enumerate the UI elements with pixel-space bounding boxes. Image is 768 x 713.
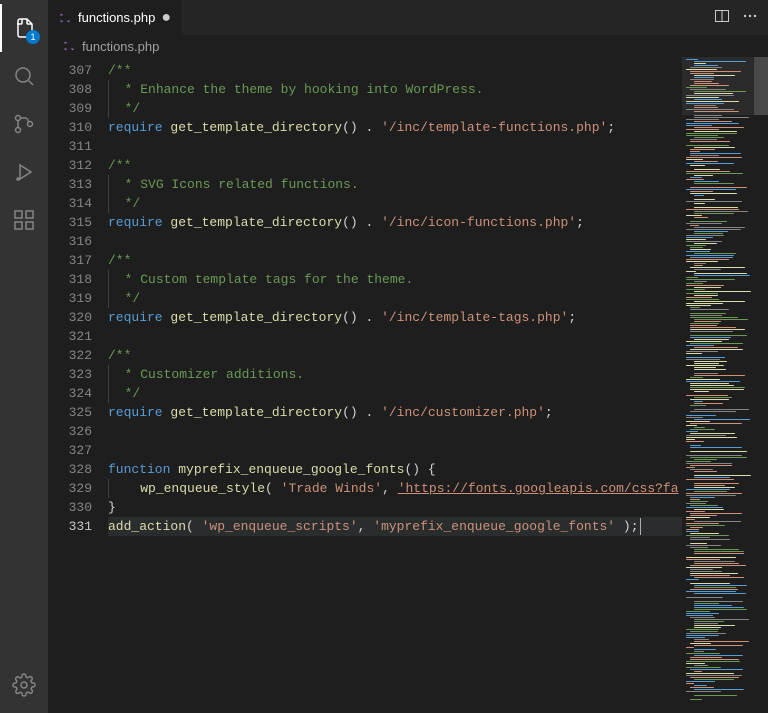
php-icon xyxy=(62,39,76,53)
activity-extensions[interactable] xyxy=(0,196,48,244)
split-editor-icon[interactable] xyxy=(714,8,730,27)
breadcrumb[interactable]: functions.php xyxy=(48,35,768,57)
breadcrumb-label: functions.php xyxy=(82,39,159,54)
code-area[interactable]: /** * Enhance the theme by hooking into … xyxy=(108,57,682,713)
tab-actions xyxy=(704,0,768,35)
activity-settings[interactable] xyxy=(0,661,48,709)
tab-functions-php[interactable]: functions.php ● xyxy=(48,0,181,35)
minimap[interactable] xyxy=(682,57,768,713)
activity-explorer[interactable]: 1 xyxy=(0,4,48,52)
scroll-thumb[interactable] xyxy=(754,57,768,115)
activity-bar: 1 xyxy=(0,0,48,713)
explorer-badge: 1 xyxy=(26,30,40,44)
editor-main: functions.php ● functions.php 3073083093… xyxy=(48,0,768,713)
tab-dirty-indicator: ● xyxy=(161,10,171,26)
activity-source-control[interactable] xyxy=(0,100,48,148)
editor: 3073083093103113123133143153163173183193… xyxy=(48,57,768,713)
tab-bar: functions.php ● xyxy=(48,0,768,35)
tab-label: functions.php xyxy=(78,10,155,25)
activity-run-debug[interactable] xyxy=(0,148,48,196)
php-icon xyxy=(58,11,72,25)
vertical-scrollbar[interactable] xyxy=(754,57,768,713)
more-actions-icon[interactable] xyxy=(742,8,758,27)
activity-search[interactable] xyxy=(0,52,48,100)
gutter: 3073083093103113123133143153163173183193… xyxy=(48,57,108,713)
